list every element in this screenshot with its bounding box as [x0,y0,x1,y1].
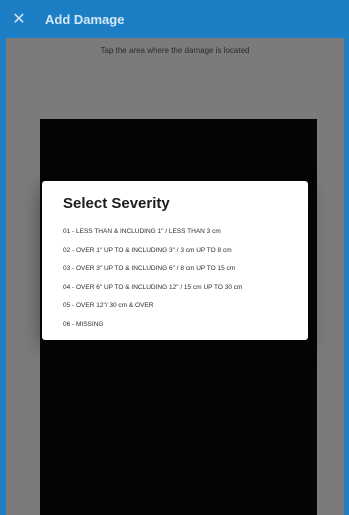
severity-option-04[interactable]: 04 - OVER 6" UP TO & INCLUDING 12" / 15 … [63,279,303,298]
instruction-text: Tap the area where the damage is located [100,46,250,55]
app-bar: ✕ Add Damage [0,0,349,38]
severity-options-list: 01 - LESS THAN & INCLUDING 1" / LESS THA… [63,223,303,335]
severity-option-03[interactable]: 03 - OVER 3" UP TO & INCLUDING 6" / 8 cm… [63,260,303,279]
severity-option-05[interactable]: 05 - OVER 12"/ 30 cm & OVER [63,297,303,316]
screen: ✕ Add Damage Tap the area where the dama… [0,0,349,515]
page-title: Add Damage [45,11,125,27]
severity-dialog: Select Severity 01 - LESS THAN & INCLUDI… [42,181,308,340]
severity-option-02[interactable]: 02 - OVER 1" UP TO & INCLUDING 3" / 3 cm… [63,242,303,261]
severity-option-01[interactable]: 01 - LESS THAN & INCLUDING 1" / LESS THA… [63,223,303,242]
severity-option-06[interactable]: 06 - MISSING [63,316,303,335]
dialog-title: Select Severity [63,195,170,212]
close-icon[interactable]: ✕ [0,0,38,38]
